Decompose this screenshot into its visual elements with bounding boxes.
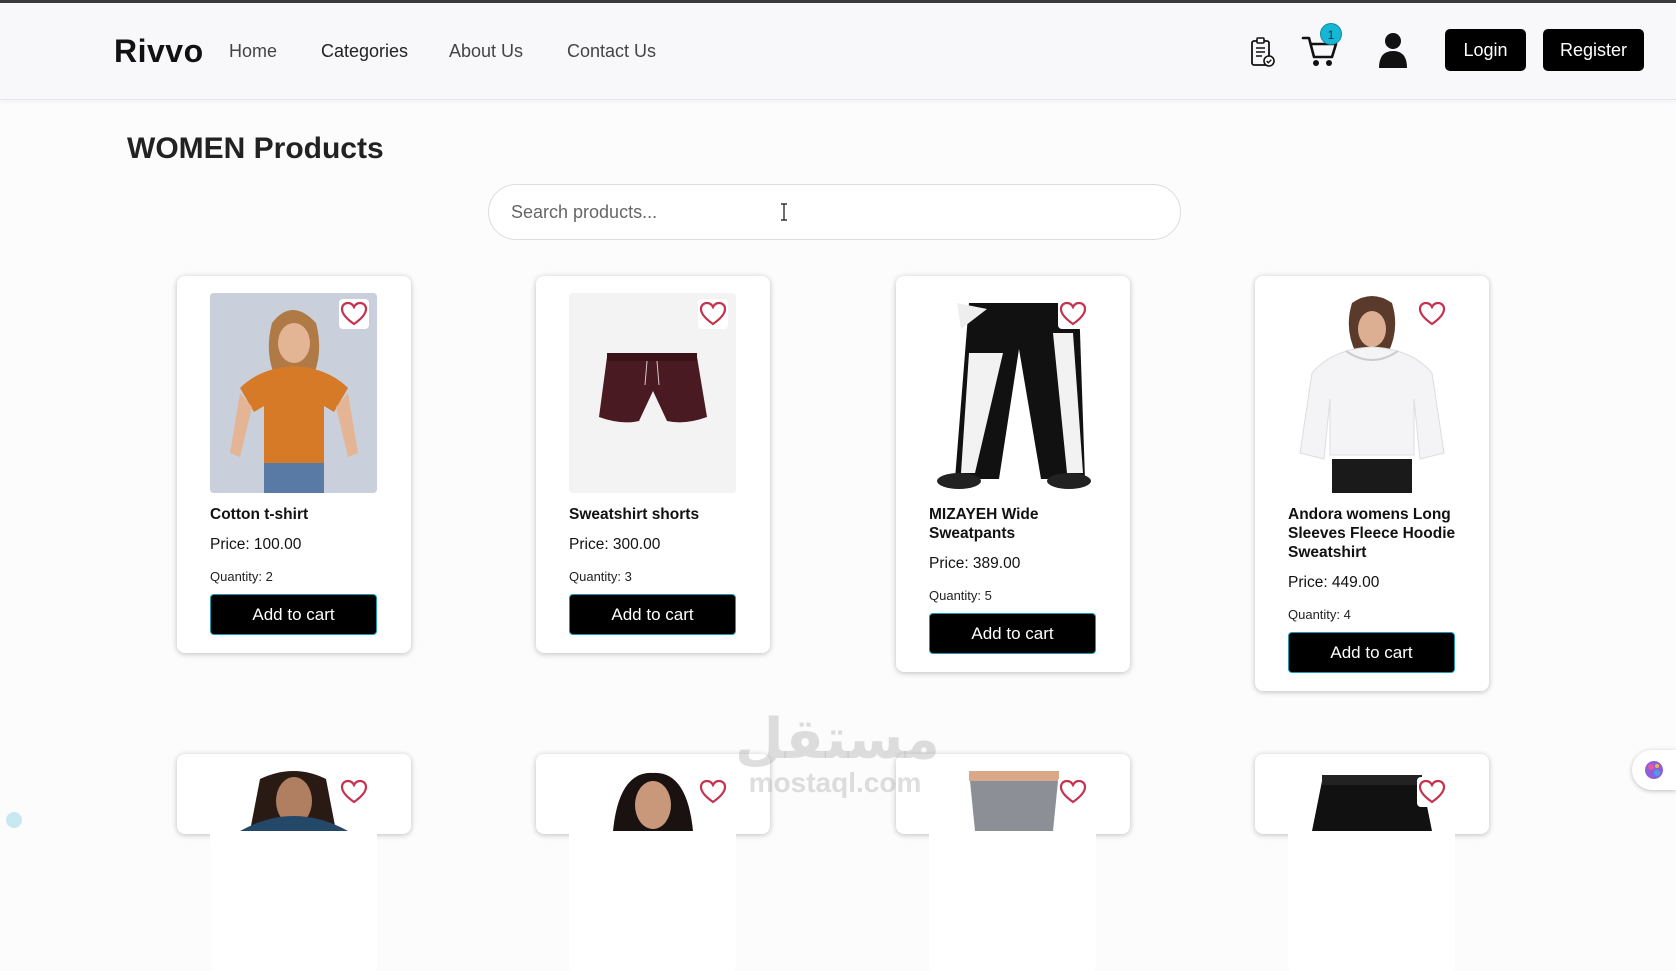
product-quantity: Quantity: 2 [210, 569, 273, 584]
watermark-latin: mostaql.com [748, 767, 922, 798]
product-name: Cotton t-shirt [210, 506, 309, 523]
product-price: Price: 300.00 [569, 536, 661, 553]
product-quantity: Quantity: 4 [1288, 607, 1351, 622]
navbar: Rivvo Home Categories About Us Contact U… [0, 3, 1676, 100]
product-name: MIZAYEH Wide Sweatpants [929, 506, 1039, 542]
wishlist-heart-icon[interactable] [1417, 299, 1447, 329]
nav-categories[interactable]: Categories [321, 41, 408, 62]
nav-contact-us[interactable]: Contact Us [567, 41, 656, 62]
wishlist-heart-icon[interactable] [339, 777, 369, 807]
watermark: مستقل mostaql.com [735, 707, 940, 798]
product-price: Price: 389.00 [929, 555, 1021, 572]
user-account-icon[interactable] [1378, 32, 1408, 68]
wishlist-heart-icon[interactable] [1058, 777, 1088, 807]
nav-home[interactable]: Home [229, 41, 277, 62]
add-to-cart-button[interactable]: Add to cart [210, 594, 377, 635]
text-cursor-icon [779, 203, 789, 221]
product-card: Andora womens Long Sleeves Fleece Hoodie… [1255, 276, 1489, 691]
watermark-arabic: مستقل [735, 707, 940, 772]
orders-clipboard-icon[interactable] [1249, 36, 1275, 68]
cart-count-badge: 1 [1320, 23, 1342, 45]
logo[interactable]: Rivvo [114, 33, 204, 70]
product-card: MIZAYEH Wide Sweatpants Price: 389.00 Qu… [896, 276, 1130, 672]
nav-about-us[interactable]: About Us [449, 41, 523, 62]
product-card [177, 754, 411, 971]
scroll-indicator [6, 812, 22, 828]
product-price: Price: 449.00 [1288, 574, 1380, 591]
search-input[interactable] [488, 184, 1181, 240]
register-button[interactable]: Register [1543, 29, 1644, 71]
product-card: Sweatshirt shorts Price: 300.00 Quantity… [536, 276, 770, 653]
wishlist-heart-icon[interactable] [1417, 777, 1447, 807]
product-name: Andora womens Long Sleeves Fleece Hoodie… [1288, 506, 1456, 561]
wishlist-heart-icon[interactable] [339, 299, 369, 329]
assistant-widget-button[interactable] [1632, 750, 1676, 790]
product-price: Price: 100.00 [210, 536, 302, 553]
wishlist-heart-icon[interactable] [1058, 299, 1088, 329]
product-card: Cotton t-shirt Price: 100.00 Quantity: 2… [177, 276, 411, 653]
product-card [1255, 754, 1489, 971]
add-to-cart-button[interactable]: Add to cart [1288, 632, 1455, 673]
wishlist-heart-icon[interactable] [698, 299, 728, 329]
wishlist-heart-icon[interactable] [698, 777, 728, 807]
add-to-cart-button[interactable]: Add to cart [929, 613, 1096, 654]
product-quantity: Quantity: 5 [929, 588, 992, 603]
add-to-cart-button[interactable]: Add to cart [569, 594, 736, 635]
product-name: Sweatshirt shorts [569, 506, 700, 523]
login-button[interactable]: Login [1445, 29, 1526, 71]
page-title: WOMEN Products [127, 132, 384, 165]
product-quantity: Quantity: 3 [569, 569, 632, 584]
